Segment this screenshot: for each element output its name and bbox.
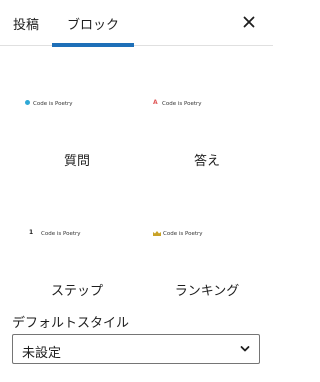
preview-text: Code is Poetry (33, 101, 73, 107)
chevron-down-icon (240, 346, 250, 352)
style-preview-question: Code is Poetry (18, 96, 136, 116)
style-option-ranking[interactable]: Code is Poetry ランキング (148, 188, 266, 303)
answer-marker: A (153, 99, 158, 106)
tab-post[interactable]: 投稿 (0, 0, 52, 46)
style-label-step: ステップ (50, 284, 103, 299)
default-style-select[interactable]: 未設定 (12, 334, 260, 364)
question-dot-icon (25, 100, 30, 105)
style-label-answer: 答え (193, 154, 220, 169)
style-label-question: 質問 (63, 154, 90, 169)
preview-text: Code is Poetry (163, 231, 203, 237)
block-settings-panel: 投稿 ブロック Code is Poetry 質問 A Code is Poet… (0, 0, 273, 382)
preview-text: Code is Poetry (162, 101, 202, 107)
default-style-label: デフォルトスタイル (12, 316, 130, 331)
style-preview-step: 1 Code is Poetry (18, 226, 136, 246)
default-style-value: 未設定 (22, 346, 62, 361)
close-button[interactable] (239, 12, 259, 32)
step-number-marker: 1 (29, 229, 34, 236)
close-icon (243, 16, 255, 28)
style-preview-ranking: Code is Poetry (148, 226, 266, 246)
sidebar-tabs: 投稿 ブロック (0, 0, 273, 47)
preview-text: Code is Poetry (41, 231, 81, 237)
tab-block[interactable]: ブロック (52, 0, 134, 47)
tab-post-label: 投稿 (12, 17, 39, 33)
tab-block-label: ブロック (66, 17, 119, 33)
style-preview-answer: A Code is Poetry (148, 96, 266, 116)
active-tab-indicator (52, 43, 134, 47)
style-option-answer[interactable]: A Code is Poetry 答え (148, 58, 266, 173)
style-option-question[interactable]: Code is Poetry 質問 (18, 58, 136, 173)
crown-icon (153, 231, 161, 236)
style-option-step[interactable]: 1 Code is Poetry ステップ (18, 188, 136, 303)
style-label-ranking: ランキング (174, 284, 240, 299)
